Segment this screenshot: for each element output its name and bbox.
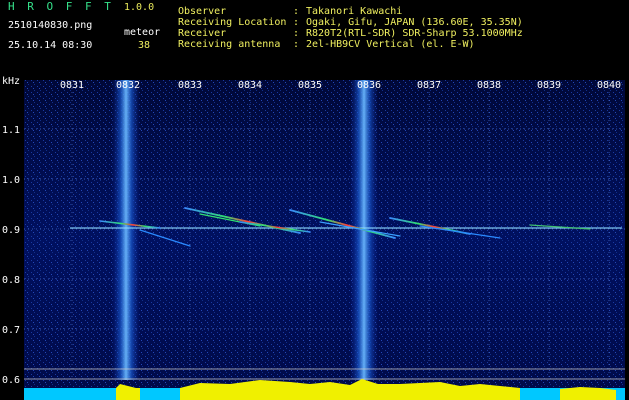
tick-0835: 0835: [298, 80, 322, 91]
file-datetime: 25.10.14 08:30: [8, 40, 93, 51]
tick-0.7: 0.7: [2, 325, 20, 336]
header-panel: H R O F F T 1.0.0 2510140830.png 25.10.1…: [0, 0, 629, 74]
tick-0.9: 0.9: [2, 225, 20, 236]
freq-axis-ticks: 1.1 1.0 0.9 0.8 0.7 0.6: [2, 125, 20, 386]
antenna-sep: :: [293, 39, 300, 50]
tick-0832: 0832: [116, 80, 140, 91]
tick-1.1: 1.1: [2, 125, 20, 136]
file-name: 2510140830.png: [8, 20, 93, 31]
tick-0837: 0837: [417, 80, 441, 91]
tick-0834: 0834: [238, 80, 262, 91]
burst-band-0832: [112, 80, 140, 380]
tick-0838: 0838: [477, 80, 501, 91]
tick-0.8: 0.8: [2, 275, 20, 286]
tick-0831: 0831: [60, 80, 84, 91]
spectrogram-panel: 0831 0832 0833 0834 0835 0836 0837 0838 …: [2, 76, 625, 400]
freq-unit-label: kHz: [2, 76, 20, 87]
antenna-value: 2el-HB9CV Vertical (el. E-W): [306, 39, 475, 50]
tick-0836: 0836: [357, 80, 381, 91]
bottom-intensity-fill-3: [560, 387, 616, 400]
tick-0840: 0840: [597, 80, 621, 91]
app-logo: H R O F F T: [8, 0, 114, 13]
tick-0833: 0833: [178, 80, 202, 91]
tick-0.6: 0.6: [2, 375, 20, 386]
app-version: 1.0.0: [124, 2, 155, 13]
meteor-label: meteor: [124, 27, 161, 38]
antenna-label: Receiving antenna: [178, 39, 281, 50]
tick-1.0: 1.0: [2, 175, 20, 186]
tick-0839: 0839: [537, 80, 561, 91]
meteor-count: 38: [138, 40, 151, 51]
